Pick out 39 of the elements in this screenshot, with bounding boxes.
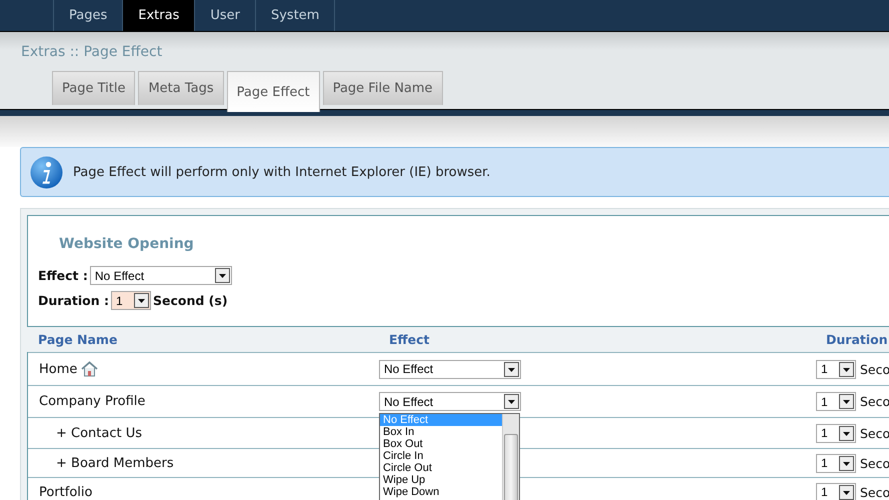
info-icon: [30, 156, 63, 188]
effect-select[interactable]: No Effect: [379, 392, 521, 411]
info-message: Page Effect will perform only with Internet Explorer (IE) browser.: [73, 164, 490, 180]
duration-unit: Second (s): [152, 293, 228, 308]
column-header: Duration: [826, 332, 888, 347]
tab[interactable]: Page Effect: [226, 71, 320, 112]
scrollbar[interactable]: [502, 414, 519, 500]
nav-tab[interactable]: Extras: [122, 0, 194, 31]
dropdown-option[interactable]: Circle Out: [380, 462, 502, 474]
duration-select[interactable]: 1: [816, 482, 856, 500]
page-name: Home: [39, 362, 78, 376]
dropdown-option[interactable]: Wipe Down: [380, 486, 502, 498]
effect-select[interactable]: No Effect: [379, 360, 521, 378]
section-title: Website Opening: [59, 236, 194, 252]
column-header: Page Name: [38, 332, 118, 347]
duration-select[interactable]: 1: [816, 360, 856, 378]
effect-select[interactable]: No Effect: [90, 266, 232, 285]
column-header: Effect: [389, 332, 430, 347]
dropdown-option[interactable]: Wipe Up: [380, 474, 502, 486]
duration-label: Duration :: [38, 293, 109, 308]
page-name: Company Profile: [39, 394, 146, 409]
tab[interactable]: Page Title: [52, 71, 136, 105]
nav-tab[interactable]: User: [194, 0, 255, 31]
page-name: + Contact Us: [56, 426, 142, 440]
duration-select[interactable]: 1: [816, 392, 856, 411]
duration-select[interactable]: 1: [816, 424, 856, 442]
page-name: + Board Members: [56, 456, 174, 470]
duration-select[interactable]: 1: [816, 454, 856, 472]
tab[interactable]: Page File Name: [322, 71, 443, 105]
effect-label: Effect :: [38, 268, 88, 283]
nav-tab[interactable]: System: [254, 0, 336, 31]
duration-select[interactable]: 1: [110, 291, 151, 310]
dropdown-option[interactable]: Box In: [380, 426, 502, 438]
page-name: Portfolio: [39, 484, 92, 500]
tab[interactable]: Meta Tags: [138, 71, 224, 105]
breadcrumb: Extras :: Page Effect: [21, 44, 162, 60]
dropdown-option[interactable]: Box Out: [380, 438, 502, 450]
dropdown-option[interactable]: Circle In: [380, 450, 502, 462]
home-icon: [81, 361, 98, 377]
